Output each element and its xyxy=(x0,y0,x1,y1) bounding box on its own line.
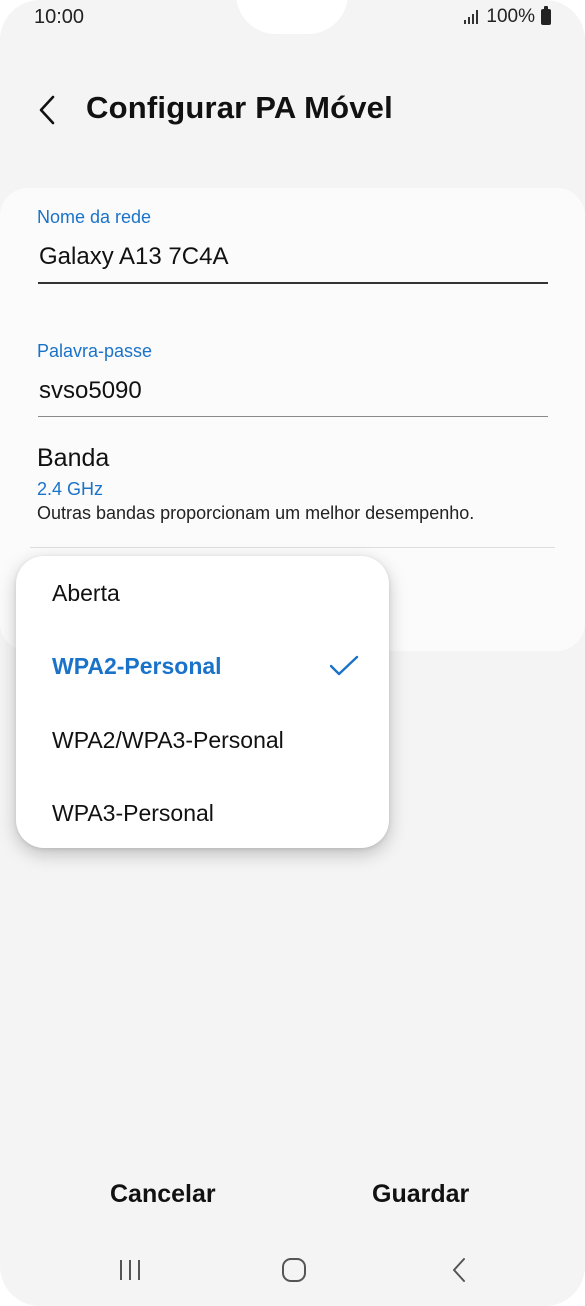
option-wpa2-wpa3-personal[interactable]: WPA2/WPA3-Personal xyxy=(16,705,389,775)
option-label: Aberta xyxy=(52,580,120,606)
save-button[interactable]: Guardar xyxy=(372,1180,469,1209)
option-aberta[interactable]: Aberta xyxy=(16,558,389,628)
status-bar: 10:00 100% xyxy=(0,0,585,36)
password-label: Palavra-passe xyxy=(37,341,153,361)
option-label: WPA2-Personal xyxy=(52,653,222,679)
divider xyxy=(30,547,555,548)
password-underline xyxy=(38,416,548,417)
back-icon[interactable] xyxy=(446,1256,474,1284)
status-time: 10:00 xyxy=(34,6,85,28)
option-label: WPA3-Personal xyxy=(52,800,214,826)
phone-screen: 10:00 100% Configurar PA Móvel Nome da r… xyxy=(0,0,585,1306)
network-name-underline xyxy=(38,282,548,284)
cancel-button[interactable]: Cancelar xyxy=(110,1180,216,1209)
option-wpa2-personal[interactable]: WPA2-Personal xyxy=(16,631,389,701)
back-button[interactable] xyxy=(30,90,66,130)
check-icon xyxy=(329,655,359,676)
battery-percent: 100% xyxy=(486,6,535,27)
security-dropdown: Aberta WPA2-Personal WPA2/WPA3-Personal … xyxy=(16,556,389,848)
battery-icon xyxy=(541,6,551,25)
network-name-label: Nome da rede xyxy=(37,207,152,227)
recents-icon[interactable] xyxy=(116,1256,144,1284)
password-input[interactable]: svso5090 xyxy=(39,377,142,405)
band-title: Banda xyxy=(37,444,110,472)
status-right: 100% xyxy=(464,6,551,28)
home-icon[interactable] xyxy=(280,1256,308,1284)
option-wpa3-personal[interactable]: WPA3-Personal xyxy=(16,778,389,848)
chevron-left-icon xyxy=(39,95,55,125)
band-description: Outras bandas proporcionam um melhor des… xyxy=(37,503,475,523)
signal-icon xyxy=(464,10,479,24)
network-name-input[interactable]: Galaxy A13 7C4A xyxy=(39,243,228,271)
bottom-buttons: Cancelar Guardar xyxy=(0,1170,585,1226)
navigation-bar xyxy=(0,1240,585,1300)
header: Configurar PA Móvel xyxy=(0,82,585,138)
band-value: 2.4 GHz xyxy=(37,479,104,499)
option-label: WPA2/WPA3-Personal xyxy=(52,727,284,753)
page-title: Configurar PA Móvel xyxy=(86,90,393,125)
